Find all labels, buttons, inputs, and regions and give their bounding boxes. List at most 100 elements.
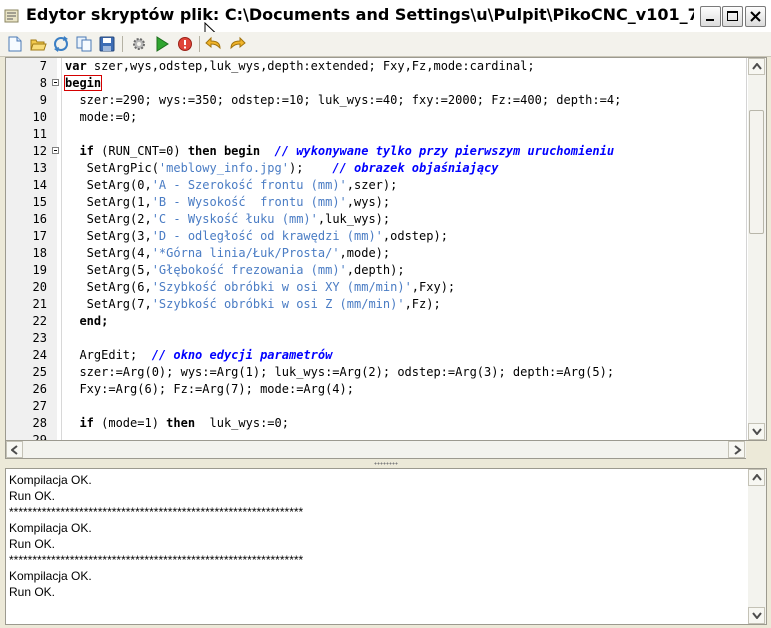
- scroll-left-button[interactable]: [6, 441, 23, 458]
- line-number: 14: [32, 178, 47, 192]
- run-play-icon[interactable]: [153, 35, 171, 53]
- arrow-down-icon: [752, 612, 762, 619]
- stop-icon[interactable]: [176, 35, 194, 53]
- code-line[interactable]: 9 szer:=290; wys:=350; odstep:=10; luk_w…: [6, 92, 746, 109]
- output-line: Run OK.: [9, 537, 56, 551]
- output-vertical-scrollbar[interactable]: [748, 469, 766, 624]
- toolbar-separator: [199, 36, 200, 52]
- output-log[interactable]: Kompilacja OK. Run OK. *******************…: [5, 468, 767, 625]
- code-token: SetArg(4,: [65, 246, 152, 260]
- code-line[interactable]: 10 mode:=0;: [6, 109, 746, 126]
- code-line[interactable]: 19 SetArg(5,'Głębokość frezowania (mm)',…: [6, 262, 746, 279]
- code-editor[interactable]: 7 var szer,wys,odstep,luk_wys,depth:exten…: [5, 57, 767, 441]
- code-line[interactable]: 22 end;: [6, 313, 746, 330]
- code-text: szer:=Arg(0); wys:=Arg(1); luk_wys:=Arg(…: [65, 364, 614, 381]
- line-number: 21: [32, 297, 47, 311]
- minimize-icon: [706, 19, 714, 21]
- close-button[interactable]: [745, 6, 766, 27]
- code-line[interactable]: 25 szer:=Arg(0); wys:=Arg(1); luk_wys:=A…: [6, 364, 746, 381]
- code-line[interactable]: 18 SetArg(4,'*Górna linia/Łuk/Prosta/',m…: [6, 245, 746, 262]
- code-line[interactable]: 27: [6, 398, 746, 415]
- code-line[interactable]: 8 begin: [6, 75, 746, 92]
- code-token: szer,wys,odstep,luk_wys,depth:extended; …: [86, 59, 535, 73]
- code-token: (mode=1): [93, 416, 167, 430]
- string-token: 'Głębokość frezowania (mm)': [151, 263, 347, 277]
- string-token: 'C - Wyskość łuku (mm)': [151, 212, 318, 226]
- code-text: begin: [63, 75, 103, 92]
- line-number: 20: [32, 280, 47, 294]
- code-line[interactable]: 11: [6, 126, 746, 143]
- string-token: '*Górna linia/Łuk/Prosta/': [151, 246, 340, 260]
- line-number: 26: [32, 382, 47, 396]
- code-line[interactable]: 7 var szer,wys,odstep,luk_wys,depth:exten…: [6, 58, 746, 75]
- string-token: 'Szybkość obróbki w osi XY (mm/min)': [151, 280, 412, 294]
- code-line[interactable]: 13 SetArgPic('meblowy_info.jpg'); // obr…: [6, 160, 746, 177]
- code-line[interactable]: 17 SetArg(3,'D - odległość od krawędzi (…: [6, 228, 746, 245]
- output-scroll-down-button[interactable]: [748, 607, 765, 624]
- code-token: ,wys);: [346, 195, 391, 209]
- splitter-grip-icon[interactable]: [374, 462, 398, 465]
- save-icon[interactable]: [98, 35, 116, 53]
- line-number: 17: [32, 229, 47, 243]
- arrow-right-icon: [734, 445, 742, 455]
- scroll-down-button[interactable]: [748, 423, 765, 440]
- output-scroll-up-button[interactable]: [748, 469, 765, 486]
- scroll-right-button[interactable]: [728, 441, 745, 458]
- code-line[interactable]: 23: [6, 330, 746, 347]
- window-title: Edytor skryptów plik: C:\Documents and S…: [26, 5, 694, 24]
- script-editor-window: Edytor skryptów plik: C:\Documents and S…: [0, 0, 771, 628]
- code-line[interactable]: 14 SetArg(0,'A - Szerokość frontu (mm)',…: [6, 177, 746, 194]
- code-token: (RUN_CNT=0): [93, 144, 188, 158]
- scroll-up-button[interactable]: [748, 58, 765, 75]
- scroll-thumb[interactable]: [749, 110, 764, 234]
- open-file-icon[interactable]: [29, 35, 47, 53]
- line-number: 7: [39, 59, 47, 73]
- reload-icon[interactable]: [52, 35, 70, 53]
- code-line[interactable]: 24 ArgEdit; // okno edycji parametrów: [6, 347, 746, 364]
- output-line: Run OK.: [9, 489, 56, 503]
- code-line[interactable]: 20 SetArg(6,'Szybkość obróbki w osi XY (…: [6, 279, 746, 296]
- code-text: ArgEdit; // okno edycji parametrów: [65, 347, 332, 364]
- line-number: 9: [39, 93, 47, 107]
- code-line[interactable]: 29: [6, 432, 746, 440]
- maximize-button[interactable]: [722, 6, 743, 27]
- fold-toggle-icon[interactable]: [52, 147, 59, 154]
- line-number: 28: [32, 416, 47, 430]
- line-number: 13: [32, 161, 47, 175]
- code-line[interactable]: 28 if (mode=1) then luk_wys:=0;: [6, 415, 746, 432]
- line-number: 16: [32, 212, 47, 226]
- arrow-down-icon: [752, 428, 762, 435]
- line-number: 11: [32, 127, 47, 141]
- code-text: SetArg(6,'Szybkość obróbki w osi XY (mm/…: [65, 279, 455, 296]
- title-bar[interactable]: Edytor skryptów plik: C:\Documents and S…: [0, 0, 771, 40]
- toolbar-separator: [122, 36, 123, 52]
- editor-vertical-scrollbar[interactable]: [748, 58, 766, 440]
- code-line[interactable]: 15 SetArg(1,'B - Wysokość frontu (mm)',w…: [6, 194, 746, 211]
- code-line[interactable]: 12 if (RUN_CNT=0) then begin // wykonywa…: [6, 143, 746, 160]
- code-line[interactable]: 26 Fxy:=Arg(6); Fz:=Arg(7); mode:=Arg(4)…: [6, 381, 746, 398]
- line-number: 27: [32, 399, 47, 413]
- string-token: 'D - odległość od krawędzi (mm)': [151, 229, 383, 243]
- comment-token: // obrazek objaśniający: [332, 161, 499, 175]
- fold-toggle-icon[interactable]: [52, 79, 59, 86]
- copy-icon[interactable]: [75, 35, 93, 53]
- code-text: SetArg(5,'Głębokość frezowania (mm)',dep…: [65, 262, 405, 279]
- settings-gear-icon[interactable]: [130, 35, 148, 53]
- editor-horizontal-scrollbar[interactable]: [5, 441, 746, 459]
- string-token: 'Szybkość obróbki w osi Z (mm/min)': [151, 297, 405, 311]
- minimize-button[interactable]: [700, 6, 721, 27]
- code-token: ,szer);: [346, 178, 398, 192]
- keyword-token: then: [166, 416, 196, 430]
- code-token: Fxy:=Arg(6); Fz:=Arg(7); mode:=Arg(4);: [65, 382, 354, 396]
- code-line[interactable]: 21 SetArg(7,'Szybkość obróbki w osi Z (m…: [6, 296, 746, 313]
- code-line[interactable]: 16 SetArg(2,'C - Wyskość łuku (mm)',luk_…: [6, 211, 746, 228]
- code-text: Fxy:=Arg(6); Fz:=Arg(7); mode:=Arg(4);: [65, 381, 354, 398]
- line-number: 12: [32, 144, 47, 158]
- code-token: ArgEdit;: [65, 348, 152, 362]
- undo-icon[interactable]: [205, 35, 223, 53]
- new-file-icon[interactable]: [6, 35, 24, 53]
- output-line: Kompilacja OK.: [9, 569, 92, 583]
- code-token: szer:=Arg(0); wys:=Arg(1); luk_wys:=Arg(…: [65, 365, 615, 379]
- redo-icon[interactable]: [228, 35, 246, 53]
- code-token: SetArg(5,: [65, 263, 152, 277]
